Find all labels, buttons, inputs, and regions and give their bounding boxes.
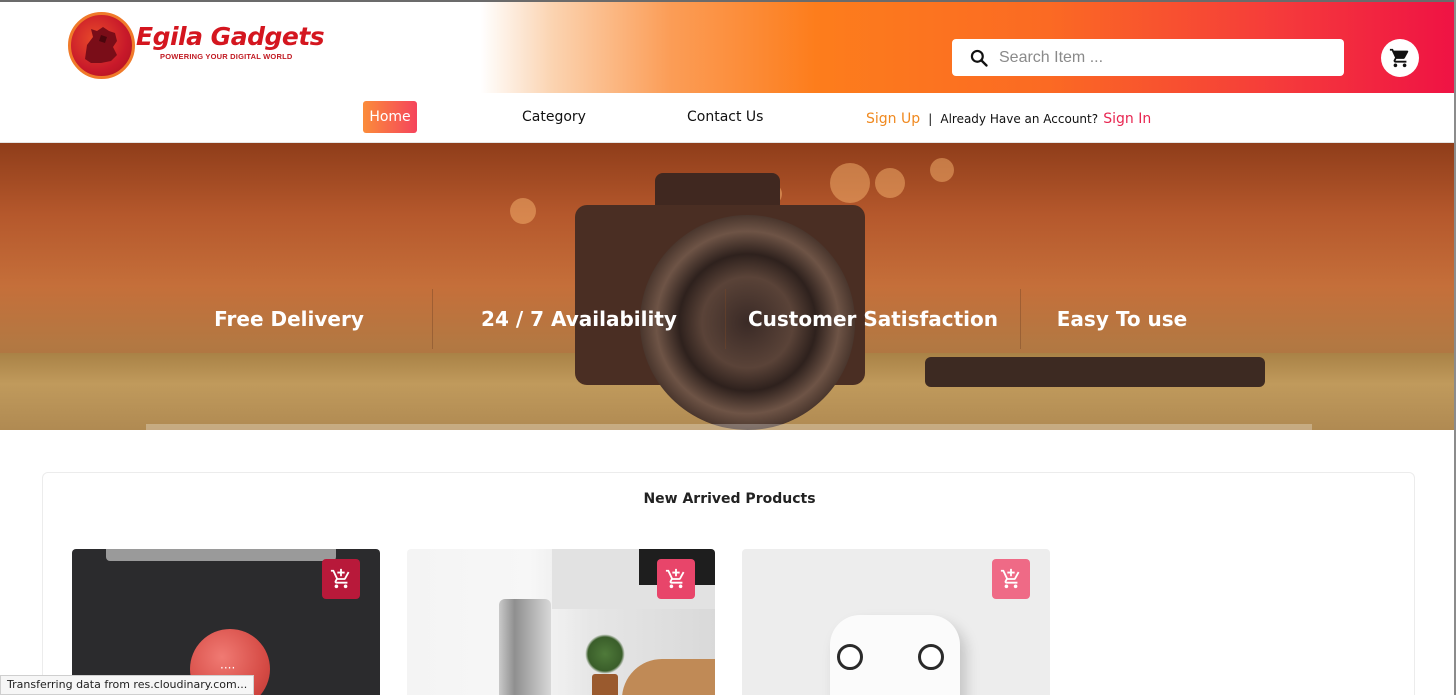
already-have-account-text: Already Have an Account? xyxy=(940,112,1099,126)
header-bar: Egila Gadgets POWERING YOUR DIGITAL WORL… xyxy=(0,0,1456,93)
browser-status-bar: Transferring data from res.cloudinary.co… xyxy=(0,675,255,695)
search-input[interactable] xyxy=(999,48,1319,67)
brand-name: Egila Gadgets xyxy=(136,22,325,51)
nav-home[interactable]: Home xyxy=(363,101,417,133)
new-products-section: New Arrived Products ···· xyxy=(42,472,1415,695)
product-image-laptop-edge xyxy=(106,549,336,561)
sign-up-link[interactable]: Sign Up xyxy=(866,111,920,127)
product-image-earbud-left xyxy=(837,644,863,670)
feature-free-delivery: Free Delivery xyxy=(214,306,364,331)
feature-customer-satisfaction: Customer Satisfaction xyxy=(747,306,999,331)
add-to-cart-icon xyxy=(330,568,350,589)
search-icon[interactable] xyxy=(969,48,989,68)
nav-category[interactable]: Category xyxy=(522,109,586,125)
product-card[interactable] xyxy=(407,549,715,695)
search-box[interactable] xyxy=(952,39,1344,76)
shopping-cart-icon xyxy=(1389,48,1409,68)
feature-availability: 24 / 7 Availability xyxy=(481,306,677,331)
product-image-desk xyxy=(622,659,715,695)
product-card[interactable]: ···· xyxy=(72,549,380,695)
product-image-plant-pot xyxy=(592,674,618,695)
sign-in-link[interactable]: Sign In xyxy=(1103,111,1151,127)
auth-separator: | xyxy=(928,112,933,126)
section-title: New Arrived Products xyxy=(643,491,816,507)
add-to-cart-button[interactable] xyxy=(992,559,1030,599)
page: Egila Gadgets POWERING YOUR DIGITAL WORL… xyxy=(0,0,1456,695)
nav-contact-us[interactable]: Contact Us xyxy=(687,109,763,125)
feature-easy-to-use: Easy To use xyxy=(1056,306,1188,331)
features-strip xyxy=(146,424,1312,430)
add-to-cart-icon xyxy=(1000,568,1020,589)
bokeh-light xyxy=(830,163,870,203)
add-to-cart-button[interactable] xyxy=(657,559,695,599)
bokeh-light xyxy=(930,158,954,182)
bear-emblem-icon xyxy=(68,12,135,79)
auth-links: Sign Up | Already Have an Account? Sign … xyxy=(866,108,1151,127)
window-border xyxy=(0,0,1456,2)
bokeh-light xyxy=(875,168,905,198)
product-image-plant xyxy=(585,634,625,674)
speaker-dots: ···· xyxy=(220,661,236,675)
bokeh-light xyxy=(510,198,536,224)
brand-logo[interactable]: Egila Gadgets POWERING YOUR DIGITAL WORL… xyxy=(68,12,325,82)
add-to-cart-icon xyxy=(665,568,685,589)
product-image-laptop xyxy=(499,599,551,695)
brand-tagline: POWERING YOUR DIGITAL WORLD xyxy=(160,52,293,61)
product-card[interactable] xyxy=(742,549,1050,695)
phone-on-table xyxy=(925,357,1265,387)
cart-button[interactable] xyxy=(1381,39,1419,77)
add-to-cart-button[interactable] xyxy=(322,559,360,599)
main-nav: Home Category Contact Us Sign Up | Alrea… xyxy=(0,93,1456,143)
product-image-earbud-right xyxy=(918,644,944,670)
